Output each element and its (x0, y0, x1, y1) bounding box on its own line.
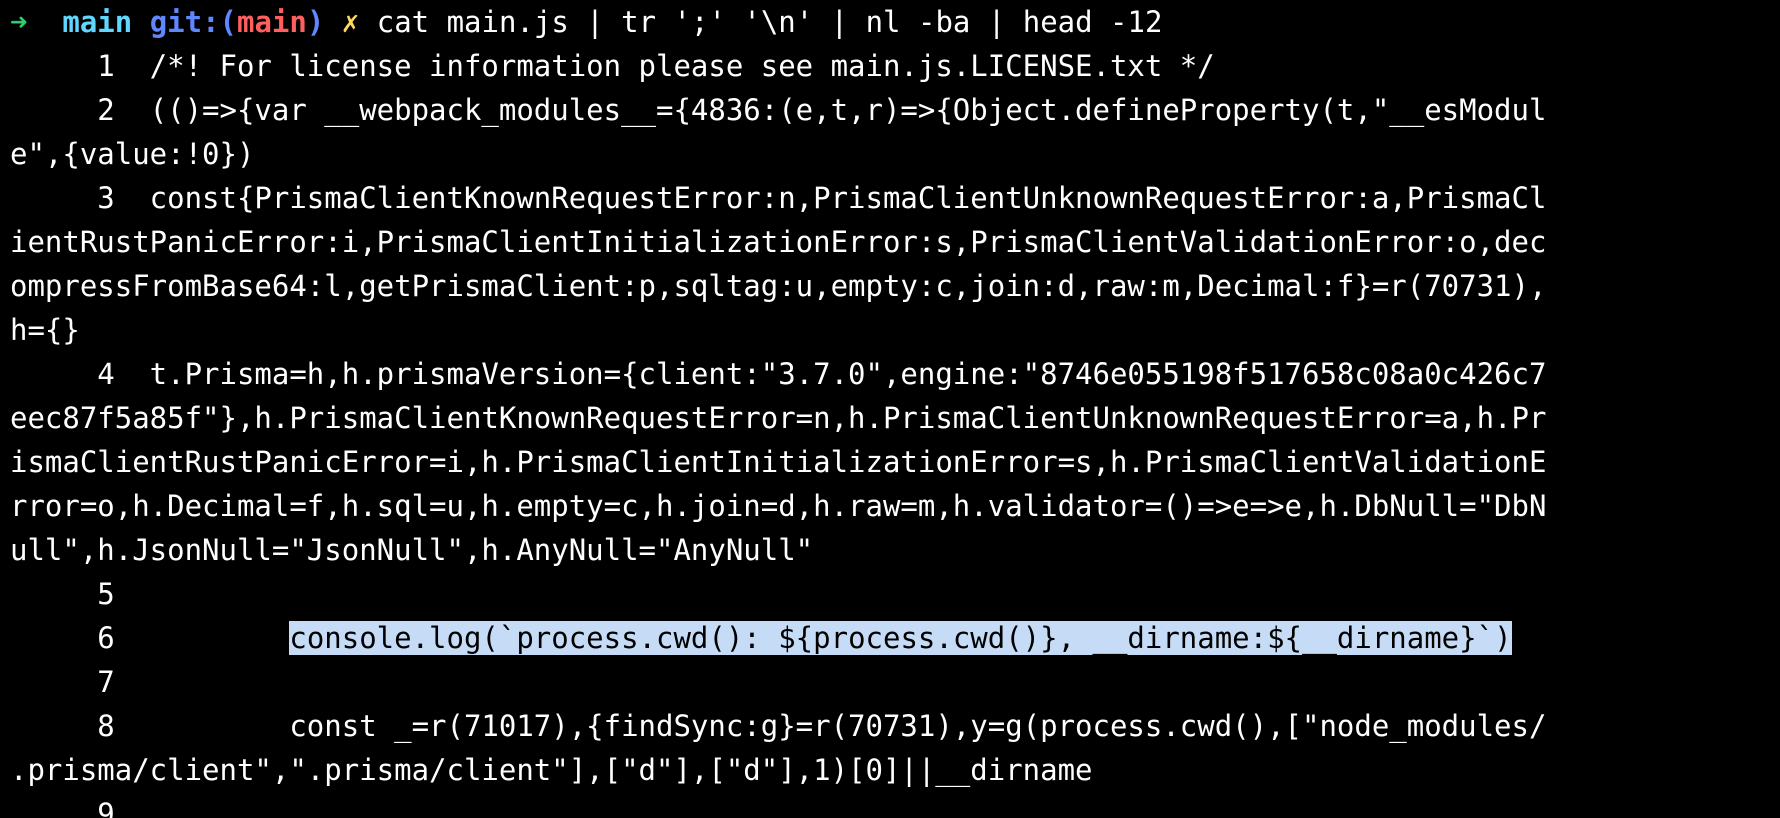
text-selection[interactable]: console.log(`process.cwd(): ${process.cw… (289, 621, 1512, 655)
output-line[interactable]: 8 const _=r(71017),{findSync:g}=r(70731)… (10, 704, 1780, 748)
output-line-selected[interactable]: 6 console.log(`process.cwd(): ${process.… (10, 616, 1780, 660)
output-line[interactable]: 2 (()=>{var __webpack_modules__={4836:(e… (10, 88, 1780, 132)
output-line[interactable]: 5 (10, 572, 1780, 616)
terminal-window[interactable]: ➜ main git:(main) ✗ cat main.js | tr ';'… (0, 0, 1780, 818)
output-line[interactable]: rror=o,h.Decimal=f,h.sql=u,h.empty=c,h.j… (10, 484, 1780, 528)
output-line[interactable]: .prisma/client",".prisma/client"],["d"],… (10, 748, 1780, 792)
prompt-git-branch: main (237, 5, 307, 39)
output-line[interactable]: e",{value:!0}) (10, 132, 1780, 176)
prompt-line: ➜ main git:(main) ✗ cat main.js | tr ';'… (10, 0, 1780, 44)
output-line[interactable]: 4 t.Prisma=h,h.prismaVersion={client:"3.… (10, 352, 1780, 396)
output-line[interactable]: h={} (10, 308, 1780, 352)
prompt-arrow-icon: ➜ (10, 5, 28, 39)
output-line[interactable]: ismaClientRustPanicError=i,h.PrismaClien… (10, 440, 1780, 484)
command-text[interactable]: cat main.js | tr ';' '\n' | nl -ba | hea… (377, 5, 1163, 39)
prompt-git-label: git:( (149, 5, 238, 39)
output-line[interactable]: ientRustPanicError:i,PrismaClientInitial… (10, 220, 1780, 264)
line-number-prefix: 6 (10, 621, 290, 655)
output-line[interactable]: 7 (10, 660, 1780, 704)
prompt-dirty-icon: ✗ (341, 5, 360, 39)
output-line[interactable]: 3 const{PrismaClientKnownRequestError:n,… (10, 176, 1780, 220)
output-line[interactable]: ull",h.JsonNull="JsonNull",h.AnyNull="An… (10, 528, 1780, 572)
output-line[interactable]: 1 /*! For license information please see… (10, 44, 1780, 88)
output-line[interactable]: eec87f5a85f"},h.PrismaClientKnownRequest… (10, 396, 1780, 440)
output-line[interactable]: ompressFromBase64:l,getPrismaClient:p,sq… (10, 264, 1780, 308)
output-line[interactable]: 9 (10, 792, 1780, 818)
prompt-directory: main (62, 5, 133, 39)
prompt-git-close: ) (306, 5, 325, 39)
